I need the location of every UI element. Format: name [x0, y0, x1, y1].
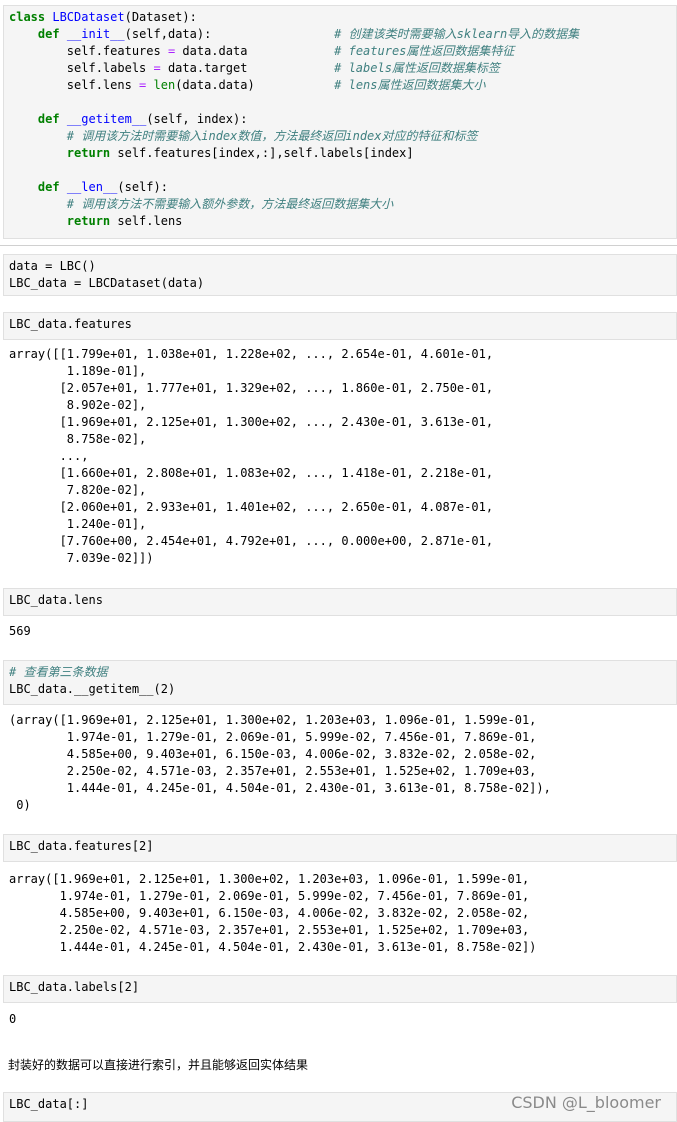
code-cell-labels-index[interactable]: LBC_data.labels[2] — [3, 975, 677, 1003]
code-getitem[interactable]: # 查看第三条数据 LBC_data.__getitem__(2) — [4, 661, 676, 701]
output-features-index: array([1.969e+01, 2.125e+01, 1.300e+02, … — [3, 871, 677, 956]
output-labels-index-text: 0 — [9, 1012, 17, 1026]
output-getitem-text: (array([1.969e+01, 2.125e+01, 1.300e+02,… — [9, 713, 551, 812]
code-cell-getitem[interactable]: # 查看第三条数据 LBC_data.__getitem__(2) — [3, 660, 677, 705]
code-cell-instantiate[interactable]: data = LBC() LBC_data = LBCDataset(data) — [3, 254, 677, 296]
output-features: array([[1.799e+01, 1.038e+01, 1.228e+02,… — [3, 346, 677, 567]
code-lens[interactable]: LBC_data.lens — [4, 589, 676, 612]
cell-divider — [0, 245, 677, 246]
output-lens: 569 — [3, 623, 677, 640]
code-cell-features-index[interactable]: LBC_data.features[2] — [3, 834, 677, 862]
code-features-index[interactable]: LBC_data.features[2] — [4, 835, 676, 858]
output-features-text: array([[1.799e+01, 1.038e+01, 1.228e+02,… — [9, 347, 494, 565]
code-class-definition[interactable]: class LBCDataset(Dataset): def __init__(… — [4, 6, 676, 233]
markdown-text: 封装好的数据可以直接进行索引，并且能够返回实体结果 — [8, 1058, 309, 1072]
output-features-index-text: array([1.969e+01, 2.125e+01, 1.300e+02, … — [9, 872, 537, 954]
code-labels-index[interactable]: LBC_data.labels[2] — [4, 976, 676, 999]
code-cell-class-definition[interactable]: class LBCDataset(Dataset): def __init__(… — [3, 5, 677, 239]
code-getitem-call: LBC_data.__getitem__(2) — [9, 682, 176, 696]
code-features[interactable]: LBC_data.features — [4, 313, 676, 336]
code-cell-lens[interactable]: LBC_data.lens — [3, 588, 677, 616]
code-getitem-comment: # 查看第三条数据 — [9, 665, 108, 679]
code-cell-features[interactable]: LBC_data.features — [3, 312, 677, 340]
output-getitem: (array([1.969e+01, 2.125e+01, 1.300e+02,… — [3, 712, 677, 814]
watermark: CSDN @L_bloomer — [511, 1093, 661, 1112]
code-instantiate[interactable]: data = LBC() LBC_data = LBCDataset(data) — [4, 255, 676, 295]
output-labels-index: 0 — [3, 1011, 677, 1028]
output-lens-text: 569 — [9, 624, 31, 638]
